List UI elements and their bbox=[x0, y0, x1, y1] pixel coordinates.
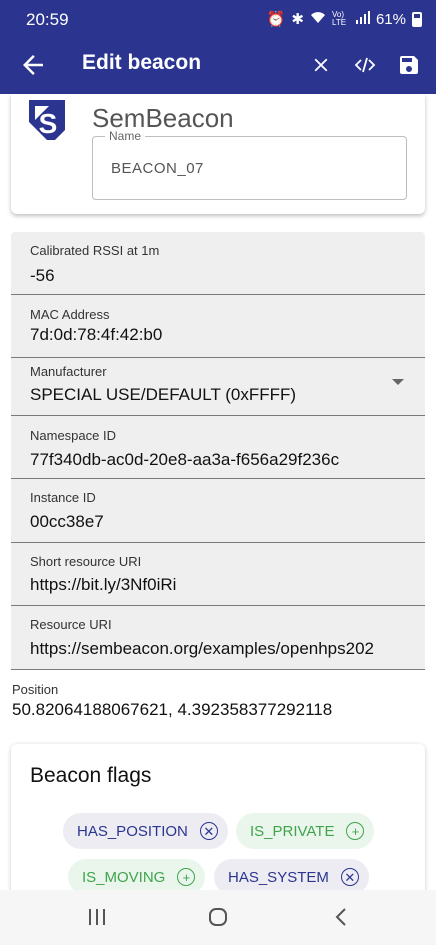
field-label: Calibrated RSSI at 1m bbox=[30, 243, 160, 258]
back-nav-button[interactable] bbox=[328, 905, 354, 929]
field-value: 7d:0d:78:4f:42:b0 bbox=[30, 325, 163, 344]
rssi-field[interactable]: Calibrated RSSI at 1m -56 bbox=[11, 232, 425, 295]
home-button[interactable] bbox=[205, 905, 231, 929]
status-time: 20:59 bbox=[26, 10, 69, 29]
page-title: Edit beacon bbox=[82, 51, 202, 74]
svg-text:S: S bbox=[39, 108, 58, 139]
field-value: https://sembeacon.org/examples/openhps20… bbox=[30, 639, 375, 658]
position-value: 50.82064188067621, 4.392358377292118 bbox=[12, 700, 333, 719]
battery-percent: 61% bbox=[375, 10, 406, 28]
flag-chip-has-position[interactable]: HAS_POSITION ✕ bbox=[63, 813, 228, 849]
field-value: 77f340db-ac0d-20e8-aa3a-f656a29f236c bbox=[30, 450, 340, 469]
save-button[interactable] bbox=[394, 50, 424, 80]
field-value: https://bit.ly/3Nf0iRi bbox=[30, 575, 177, 594]
position-label: Position bbox=[12, 682, 59, 697]
signal-icon bbox=[355, 10, 370, 28]
battery-icon bbox=[412, 11, 422, 27]
field-value: 00cc38e7 bbox=[30, 512, 104, 531]
sembeacon-logo: S bbox=[29, 100, 65, 140]
field-label: MAC Address bbox=[30, 307, 110, 322]
chip-label: IS_MOVING bbox=[82, 868, 166, 886]
namespace-id-field[interactable]: Namespace ID 77f340db-ac0d-20e8-aa3a-f65… bbox=[11, 416, 425, 479]
recents-button[interactable] bbox=[84, 905, 110, 929]
code-icon bbox=[354, 57, 376, 73]
field-value: SPECIAL USE/DEFAULT (0xFFFF) bbox=[30, 385, 297, 404]
field-label: Short resource URI bbox=[30, 554, 142, 569]
alarm-icon: ⏰ bbox=[266, 11, 286, 28]
dropdown-arrow-icon bbox=[392, 379, 404, 385]
recents-icon bbox=[89, 909, 105, 925]
name-field-label: Name bbox=[105, 129, 146, 143]
instance-id-field[interactable]: Instance ID 00cc38e7 bbox=[11, 479, 425, 543]
bluetooth-icon: ✱ bbox=[291, 11, 304, 28]
arrow-left-icon bbox=[23, 55, 43, 75]
short-resource-uri-field[interactable]: Short resource URI https://bit.ly/3Nf0iR… bbox=[11, 543, 425, 606]
status-bar: 20:59 ⏰ ✱ Vo) LTE 61% bbox=[0, 0, 436, 40]
chip-label: HAS_SYSTEM bbox=[228, 868, 329, 886]
back-button[interactable] bbox=[18, 50, 48, 80]
close-icon bbox=[314, 58, 328, 72]
field-label: Instance ID bbox=[30, 490, 96, 505]
remove-circle-icon[interactable]: ✕ bbox=[199, 822, 218, 840]
code-view-button[interactable] bbox=[350, 50, 380, 80]
top-bar: 20:59 ⏰ ✱ Vo) LTE 61% Edit beacon bbox=[0, 0, 436, 94]
flags-title: Beacon flags bbox=[30, 764, 152, 787]
app-bar: Edit beacon bbox=[0, 40, 436, 94]
chip-label: IS_PRIVATE bbox=[250, 822, 335, 840]
save-icon bbox=[400, 56, 418, 74]
field-label: Manufacturer bbox=[30, 364, 107, 379]
field-label: Resource URI bbox=[30, 617, 112, 632]
wifi-icon bbox=[310, 11, 326, 28]
system-nav-bar bbox=[0, 890, 436, 945]
field-label: Namespace ID bbox=[30, 428, 116, 443]
name-field-value: BEACON_07 bbox=[111, 160, 204, 177]
home-icon bbox=[209, 908, 227, 926]
add-circle-icon[interactable]: + bbox=[346, 822, 365, 840]
mac-address-field[interactable]: MAC Address 7d:0d:78:4f:42:b0 bbox=[11, 295, 425, 358]
chip-label: HAS_POSITION bbox=[77, 822, 188, 840]
network-type: Vo) LTE bbox=[331, 10, 347, 27]
flag-chip-is-private[interactable]: IS_PRIVATE + bbox=[236, 813, 375, 849]
add-circle-icon[interactable]: + bbox=[177, 868, 196, 886]
beacon-flags-card: Beacon flags HAS_POSITION ✕ IS_PRIVATE +… bbox=[11, 744, 425, 904]
name-field[interactable]: Name BEACON_07 bbox=[92, 129, 407, 200]
manufacturer-select[interactable]: Manufacturer SPECIAL USE/DEFAULT (0xFFFF… bbox=[11, 358, 425, 416]
field-value: -56 bbox=[30, 266, 55, 285]
close-button[interactable] bbox=[306, 50, 336, 80]
remove-circle-icon[interactable]: ✕ bbox=[340, 868, 359, 886]
resource-uri-field[interactable]: Resource URI https://sembeacon.org/examp… bbox=[11, 606, 425, 670]
status-icons: ⏰ ✱ Vo) LTE 61% bbox=[267, 10, 422, 28]
chevron-left-icon bbox=[335, 908, 346, 926]
beacon-header-card: S SemBeacon Name BEACON_07 bbox=[11, 94, 425, 214]
